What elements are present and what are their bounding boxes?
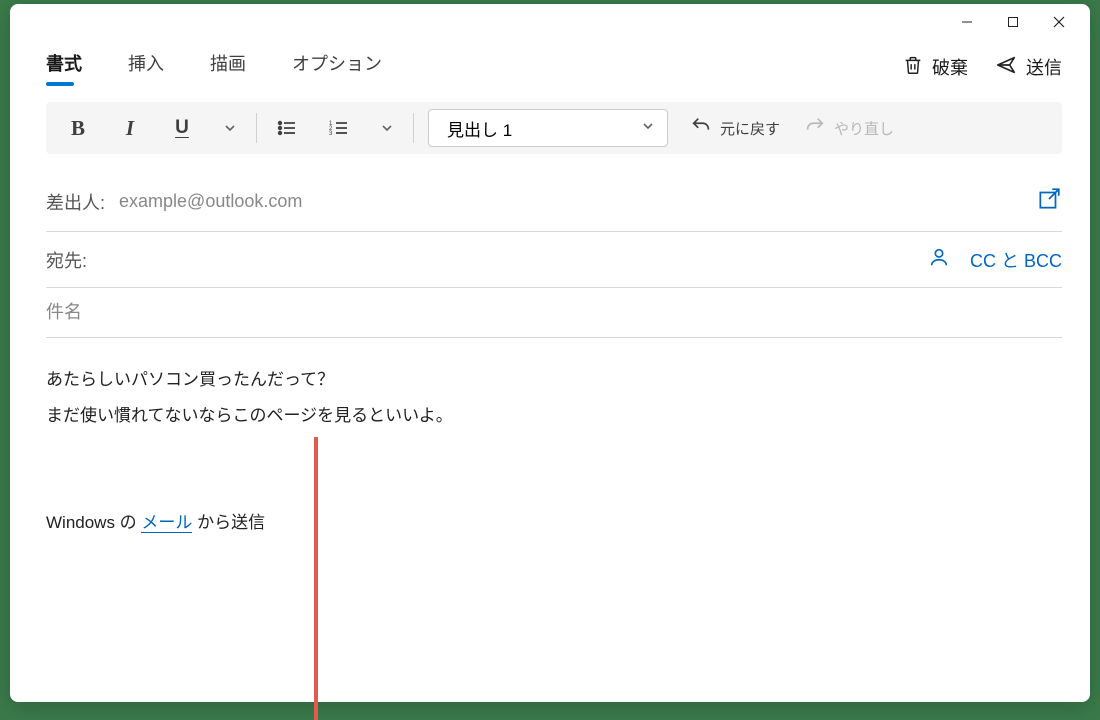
tab-format[interactable]: 書式 <box>46 50 82 84</box>
chevron-down-icon <box>641 118 655 138</box>
header-fields: 差出人: example@outlook.com 宛先: CC と BCC <box>10 154 1090 338</box>
annotation-highlight-line <box>314 437 318 720</box>
bold-button[interactable]: B <box>52 108 104 148</box>
undo-button[interactable]: 元に戻す <box>680 107 790 149</box>
bold-icon: B <box>71 116 85 141</box>
bullet-list-button[interactable] <box>261 108 313 148</box>
tab-draw[interactable]: 描画 <box>210 50 246 84</box>
contacts-button[interactable] <box>928 246 950 273</box>
tab-insert[interactable]: 挿入 <box>128 50 164 84</box>
discard-label: 破棄 <box>932 54 968 80</box>
format-toolbar: B I U 123 見出し 1 <box>46 102 1062 154</box>
redo-label: やり直し <box>834 118 894 139</box>
to-row: 宛先: CC と BCC <box>46 232 1062 288</box>
style-select-value: 見出し 1 <box>447 116 512 141</box>
maximize-button[interactable] <box>990 6 1036 38</box>
cc-bcc-button[interactable]: CC と BCC <box>970 247 1062 273</box>
undo-icon <box>690 115 712 141</box>
svg-text:3: 3 <box>329 131 333 137</box>
undo-label: 元に戻す <box>720 118 780 139</box>
toolbar-separator <box>256 113 257 143</box>
toolbar-separator <box>413 113 414 143</box>
minimize-button[interactable] <box>944 6 990 38</box>
send-button[interactable]: 送信 <box>994 54 1062 81</box>
numbered-list-button[interactable]: 123 <box>313 108 365 148</box>
from-row: 差出人: example@outlook.com <box>46 172 1062 232</box>
subject-row <box>46 288 1062 338</box>
from-label: 差出人: <box>46 189 105 215</box>
redo-button: やり直し <box>794 107 904 149</box>
compose-actions: 破棄 送信 <box>902 54 1062 81</box>
redo-icon <box>804 115 826 141</box>
underline-icon: U <box>175 117 189 139</box>
tab-options[interactable]: オプション <box>292 50 382 84</box>
discard-button[interactable]: 破棄 <box>902 54 968 81</box>
sig-prefix: Windows の <box>46 513 141 532</box>
underline-button[interactable]: U <box>156 108 208 148</box>
font-more-dropdown[interactable] <box>208 108 252 148</box>
from-value[interactable]: example@outlook.com <box>119 191 302 212</box>
message-body[interactable]: あたらしいパソコン買ったんだって？ まだ使い慣れてないならこのページを見るといい… <box>10 338 1090 540</box>
italic-icon: I <box>126 116 134 141</box>
to-label: 宛先: <box>46 247 87 273</box>
heading-style-select[interactable]: 見出し 1 <box>428 109 668 147</box>
titlebar <box>10 4 1090 40</box>
to-input[interactable] <box>101 249 928 270</box>
signature: Windows の メール から送信 <box>46 505 1062 541</box>
ribbon-tabs-row: 書式 挿入 描画 オプション 破棄 送信 <box>10 40 1090 94</box>
compose-window: 書式 挿入 描画 オプション 破棄 送信 B I U <box>10 4 1090 702</box>
list-more-dropdown[interactable] <box>365 108 409 148</box>
sig-suffix: から送信 <box>192 513 265 532</box>
close-button[interactable] <box>1036 6 1082 38</box>
send-label: 送信 <box>1026 54 1062 80</box>
send-icon <box>994 54 1018 81</box>
body-line-1: あたらしいパソコン買ったんだって？ <box>46 362 1062 398</box>
body-line-2: まだ使い慣れてないならこのページを見るといいよ。 <box>46 398 1062 434</box>
trash-icon <box>902 54 924 81</box>
italic-button[interactable]: I <box>104 108 156 148</box>
subject-input[interactable] <box>46 302 278 323</box>
ribbon-tabs: 書式 挿入 描画 オプション <box>46 50 382 84</box>
mail-app-link[interactable]: メール <box>141 513 192 533</box>
popout-button[interactable] <box>1036 186 1062 217</box>
